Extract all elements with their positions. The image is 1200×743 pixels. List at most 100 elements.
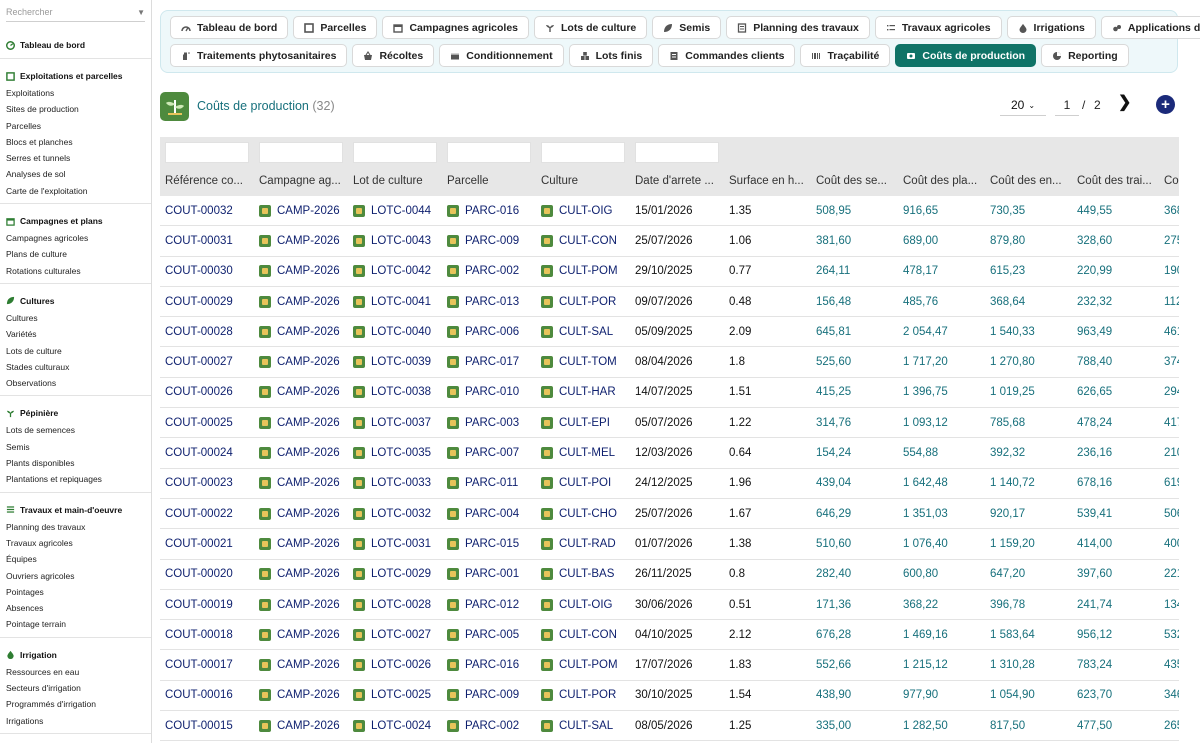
- record-link[interactable]: COUT-00025: [165, 417, 233, 429]
- record-link[interactable]: COUT-00016: [165, 689, 233, 701]
- nav-tab[interactable]: Travaux agricoles: [874, 16, 1002, 39]
- column-header[interactable]: Coût des en...: [985, 166, 1072, 196]
- reference-link[interactable]: CULT-POM: [541, 265, 625, 278]
- table-row[interactable]: COUT-00018 CAMP-2026 LOTC-0027 PARC-005 CULT…: [160, 619, 1179, 651]
- reference-link[interactable]: CAMP-2026: [259, 447, 343, 460]
- reference-link[interactable]: LOTC-0039: [353, 356, 437, 369]
- column-filter-input[interactable]: [541, 142, 625, 163]
- reference-link[interactable]: PARC-013: [447, 295, 531, 308]
- sidebar-item[interactable]: Serres et tunnels: [0, 150, 151, 166]
- reference-link[interactable]: LOTC-0029: [353, 568, 437, 581]
- record-link[interactable]: COUT-00017: [165, 659, 233, 671]
- column-filter-input[interactable]: [165, 142, 249, 163]
- sidebar-item[interactable]: Campagnes agricoles: [0, 230, 151, 246]
- table-row[interactable]: COUT-00031 CAMP-2026 LOTC-0043 PARC-009 CULT…: [160, 225, 1179, 257]
- nav-tab[interactable]: Conditionnement: [439, 44, 564, 67]
- sidebar-item[interactable]: Lots de semences: [0, 422, 151, 438]
- sidebar-item[interactable]: Équipes: [0, 551, 151, 567]
- reference-link[interactable]: CAMP-2026: [259, 507, 343, 520]
- column-filter-input[interactable]: [353, 142, 437, 163]
- sidebar-item[interactable]: Analyses de sol: [0, 166, 151, 182]
- reference-link[interactable]: LOTC-0038: [353, 386, 437, 399]
- sidebar-item[interactable]: Plantations et repiquages: [0, 471, 151, 487]
- record-link[interactable]: COUT-00032: [165, 205, 233, 217]
- reference-link[interactable]: CULT-BAS: [541, 568, 625, 581]
- table-row[interactable]: COUT-00025 CAMP-2026 LOTC-0037 PARC-003 CULT…: [160, 407, 1179, 439]
- reference-link[interactable]: PARC-002: [447, 265, 531, 278]
- reference-link[interactable]: LOTC-0041: [353, 295, 437, 308]
- sidebar-item[interactable]: Lots de culture: [0, 343, 151, 359]
- table-row[interactable]: COUT-00017 CAMP-2026 LOTC-0026 PARC-016 CULT…: [160, 649, 1179, 681]
- reference-link[interactable]: CULT-POR: [541, 689, 625, 702]
- reference-link[interactable]: CAMP-2026: [259, 356, 343, 369]
- reference-link[interactable]: CAMP-2026: [259, 537, 343, 550]
- sidebar-item[interactable]: Exploitations: [0, 85, 151, 101]
- page-number-input[interactable]: 1: [1055, 95, 1079, 116]
- column-header[interactable]: Culture: [536, 166, 630, 196]
- sidebar-item[interactable]: Sites de production: [0, 101, 151, 117]
- reference-link[interactable]: CAMP-2026: [259, 234, 343, 247]
- reference-link[interactable]: PARC-006: [447, 325, 531, 338]
- reference-link[interactable]: CULT-POI: [541, 477, 625, 490]
- column-header[interactable]: Coût des se...: [811, 166, 898, 196]
- reference-link[interactable]: LOTC-0026: [353, 659, 437, 672]
- nav-tab[interactable]: Récoltes: [352, 44, 435, 67]
- column-header[interactable]: Date d'arrete ...: [630, 166, 724, 196]
- sidebar-item[interactable]: Plants disponibles: [0, 455, 151, 471]
- column-header[interactable]: Coût des pla...: [898, 166, 985, 196]
- reference-link[interactable]: CULT-TOM: [541, 356, 625, 369]
- reference-link[interactable]: CULT-OIG: [541, 598, 625, 611]
- reference-link[interactable]: PARC-001: [447, 568, 531, 581]
- reference-link[interactable]: LOTC-0035: [353, 447, 437, 460]
- reference-link[interactable]: LOTC-0031: [353, 537, 437, 550]
- reference-link[interactable]: LOTC-0037: [353, 416, 437, 429]
- reference-link[interactable]: PARC-007: [447, 447, 531, 460]
- reference-link[interactable]: CAMP-2026: [259, 477, 343, 490]
- reference-link[interactable]: CULT-CON: [541, 234, 625, 247]
- add-record-button[interactable]: +: [1156, 95, 1175, 114]
- table-row[interactable]: COUT-00032 CAMP-2026 LOTC-0044 PARC-016 CULT…: [160, 196, 1179, 227]
- column-filter-input[interactable]: [635, 142, 719, 163]
- reference-link[interactable]: PARC-017: [447, 356, 531, 369]
- sidebar-item[interactable]: Ressources en eau: [0, 664, 151, 680]
- reference-link[interactable]: CULT-POM: [541, 659, 625, 672]
- nav-tab[interactable]: Applications d'engrais: [1100, 16, 1200, 39]
- sidebar-item[interactable]: Irrigations: [0, 713, 151, 729]
- reference-link[interactable]: PARC-009: [447, 689, 531, 702]
- reference-link[interactable]: LOTC-0044: [353, 204, 437, 217]
- column-header[interactable]: Lot de culture: [348, 166, 442, 196]
- reference-link[interactable]: CULT-HAR: [541, 386, 625, 399]
- table-row[interactable]: COUT-00026 CAMP-2026 LOTC-0038 PARC-010 CULT…: [160, 377, 1179, 409]
- record-link[interactable]: COUT-00029: [165, 296, 233, 308]
- table-row[interactable]: COUT-00022 CAMP-2026 LOTC-0032 PARC-004 CULT…: [160, 498, 1179, 530]
- nav-tab[interactable]: Commandes clients: [658, 44, 796, 67]
- nav-tab[interactable]: Lots de culture: [534, 16, 648, 39]
- record-link[interactable]: COUT-00021: [165, 538, 233, 550]
- nav-tab[interactable]: Reporting: [1041, 44, 1129, 67]
- sidebar-item[interactable]: Semis: [0, 439, 151, 455]
- reference-link[interactable]: PARC-002: [447, 719, 531, 732]
- reference-link[interactable]: CAMP-2026: [259, 659, 343, 672]
- record-link[interactable]: COUT-00030: [165, 265, 233, 277]
- sidebar-item[interactable]: Travaux agricoles: [0, 535, 151, 551]
- reference-link[interactable]: LOTC-0042: [353, 265, 437, 278]
- column-header[interactable]: Parcelle: [442, 166, 536, 196]
- sidebar-item[interactable]: Observations: [0, 375, 151, 391]
- reference-link[interactable]: PARC-003: [447, 416, 531, 429]
- reference-link[interactable]: LOTC-0027: [353, 628, 437, 641]
- nav-tab[interactable]: Campagnes agricoles: [382, 16, 529, 39]
- reference-link[interactable]: LOTC-0024: [353, 719, 437, 732]
- record-link[interactable]: COUT-00018: [165, 629, 233, 641]
- reference-link[interactable]: PARC-015: [447, 537, 531, 550]
- nav-tab[interactable]: Parcelles: [293, 16, 378, 39]
- nav-tab[interactable]: Traitements phytosanitaires: [170, 44, 348, 67]
- reference-link[interactable]: CULT-RAD: [541, 537, 625, 550]
- nav-tab[interactable]: Tableau de bord: [170, 16, 289, 39]
- column-header[interactable]: Surface en h...: [724, 166, 811, 196]
- chevron-down-icon[interactable]: ▼: [137, 8, 145, 17]
- sidebar-item[interactable]: Variétés: [0, 326, 151, 342]
- table-row[interactable]: COUT-00019 CAMP-2026 LOTC-0028 PARC-012 CULT…: [160, 589, 1179, 621]
- sidebar-section-title[interactable]: Irrigation: [0, 646, 151, 664]
- reference-link[interactable]: CULT-SAL: [541, 719, 625, 732]
- record-link[interactable]: COUT-00023: [165, 477, 233, 489]
